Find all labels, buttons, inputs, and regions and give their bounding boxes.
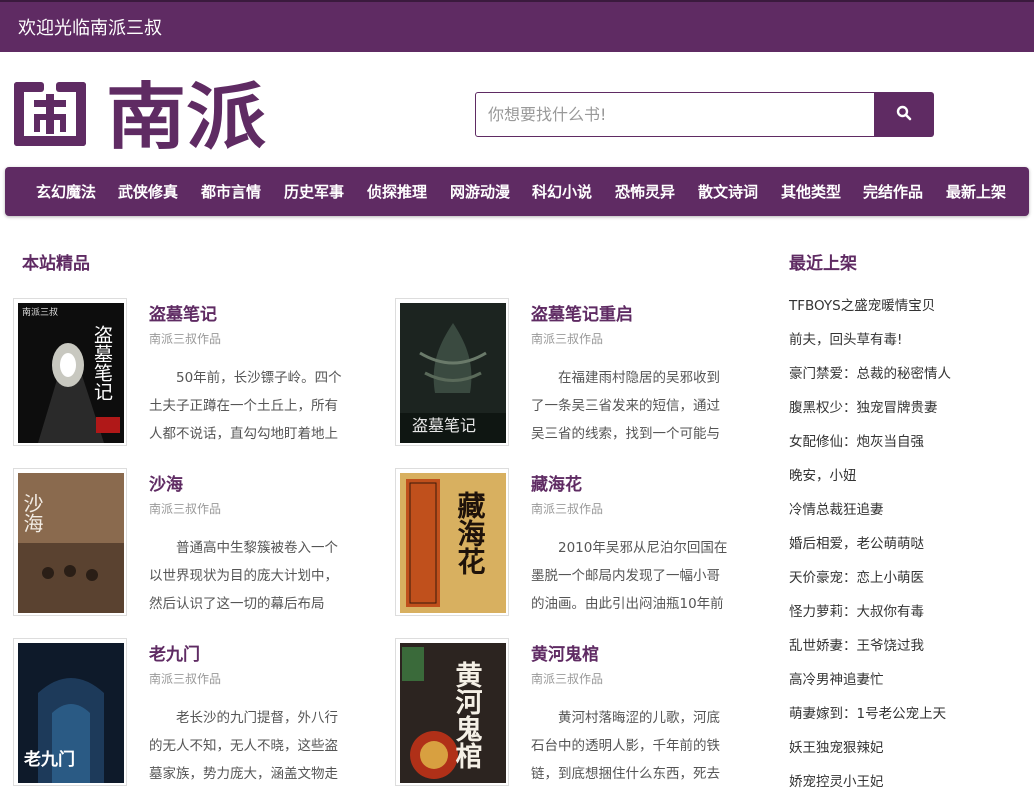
recent-item[interactable]: 高冷男神追妻忙: [789, 669, 1029, 703]
search-bar: [475, 92, 934, 137]
recent-item[interactable]: 晚安，小妞: [789, 465, 1029, 499]
book-cover[interactable]: 南派三叔 盗墓笔记: [13, 298, 127, 446]
recent-item[interactable]: 天价豪宠：恋上小萌医: [789, 567, 1029, 601]
search-button[interactable]: [874, 92, 934, 137]
book-card: 盗墓笔记 盗墓笔记重启 南派三叔作品 在福建雨村隐居的吴邪收到了一条吴三省发来的…: [395, 298, 765, 448]
recent-item[interactable]: 娇宠控灵小王妃: [789, 771, 1029, 805]
book-desc: 2010年吴邪从尼泊尔回国在墨脱一个邮局内发现了一幅小哥的油画。由此引出闷油瓶1…: [531, 540, 728, 612]
featured-title: 本站精品: [22, 254, 90, 274]
main-nav: 玄幻魔法 武侠修真 都市言情 历史军事 侦探推理 网游动漫 科幻小说 恐怖灵异 …: [5, 167, 1029, 216]
top-bar: 欢迎光临南派三叔: [0, 0, 1034, 52]
cover-title: 老九门: [23, 749, 75, 770]
recent-item[interactable]: 腹黑权少：独宠冒牌贵妻: [789, 397, 1029, 431]
book-card: 老九门 老九门 南派三叔作品 老长沙的九门提督，外八行的无人不知，无人不晓，这些…: [13, 638, 383, 788]
search-input[interactable]: [475, 92, 875, 137]
book-author: 南派三叔作品: [149, 332, 222, 346]
site-logo[interactable]: 南派: [12, 74, 272, 159]
cover-title: 盗墓笔记: [91, 325, 113, 401]
book-cover[interactable]: 老九门: [13, 638, 127, 786]
logo-text: 南派: [106, 75, 266, 154]
cover-title: 盗墓笔记: [412, 416, 476, 435]
recent-item[interactable]: 豪门禁爱：总裁的秘密情人: [789, 363, 1029, 397]
book-title[interactable]: 老九门: [149, 640, 200, 665]
book-author: 南派三叔作品: [531, 502, 604, 516]
cover-title: 沙海: [20, 493, 44, 533]
recent-item[interactable]: 妖王独宠狠辣妃: [789, 737, 1029, 771]
book-desc: 在福建雨村隐居的吴邪收到了一条吴三省发来的短信，通过吴三省的线索，找到一个可能与…: [531, 370, 720, 442]
nav-item-lishi[interactable]: 历史军事: [284, 181, 344, 202]
nav-item-dushi[interactable]: 都市言情: [201, 181, 261, 202]
book-author: 南派三叔作品: [149, 502, 222, 516]
recent-item[interactable]: 前夫，回头草有毒!: [789, 329, 1029, 363]
book-author: 南派三叔作品: [149, 672, 222, 686]
book-title[interactable]: 藏海花: [531, 470, 582, 495]
book-card: 黄河鬼棺 黄河鬼棺 南派三叔作品 黄河村落晦涩的儿歌，河底石台中的透明人影，千年…: [395, 638, 765, 788]
recent-item[interactable]: 怪力萝莉：大叔你有毒: [789, 601, 1029, 635]
welcome-text: 欢迎光临南派三叔: [18, 18, 162, 39]
cover-tag: 南派三叔: [22, 306, 58, 318]
book-card: 沙海 沙海 南派三叔作品 普通高中生黎簇被卷入一个以世界现状为目的庞大计划中，然…: [13, 468, 383, 618]
nav-item-wangyou[interactable]: 网游动漫: [450, 181, 510, 202]
recent-item[interactable]: 萌妻嫁到：1号老公宠上天: [789, 703, 1029, 737]
recent-list: TFBOYS之盛宠暖情宝贝 前夫，回头草有毒! 豪门禁爱：总裁的秘密情人 腹黑权…: [789, 295, 1029, 805]
nav-item-kehuan[interactable]: 科幻小说: [532, 181, 592, 202]
nav-item-wanjie[interactable]: 完结作品: [863, 181, 923, 202]
book-desc: 黄河村落晦涩的儿歌，河底石台中的透明人影，千年前的铁链，到底想捆住什么东西，死去: [531, 710, 720, 782]
book-cover[interactable]: 藏海花: [395, 468, 509, 616]
book-title[interactable]: 沙海: [149, 470, 183, 495]
cover-title: 藏海花: [454, 491, 487, 575]
nav-item-xuanhuan[interactable]: 玄幻魔法: [36, 181, 96, 202]
book-title[interactable]: 黄河鬼棺: [531, 640, 599, 665]
book-author: 南派三叔作品: [531, 672, 604, 686]
recent-title: 最近上架: [789, 254, 857, 274]
cover-title: 黄河鬼棺: [451, 661, 483, 769]
book-cover[interactable]: 沙海: [13, 468, 127, 616]
book-cover[interactable]: 黄河鬼棺: [395, 638, 509, 786]
recent-item[interactable]: 乱世娇妻：王爷饶过我: [789, 635, 1029, 669]
recent-item[interactable]: 女配修仙：炮灰当自强: [789, 431, 1029, 465]
book-desc: 老长沙的九门提督，外八行的无人不知，无人不晓，这些盗墓家族，势力庞大，涵盖文物走…: [149, 710, 338, 782]
nav-item-zuixin[interactable]: 最新上架: [946, 181, 1006, 202]
nav-item-sanwen[interactable]: 散文诗词: [698, 181, 758, 202]
nav-item-kongbu[interactable]: 恐怖灵异: [615, 181, 675, 202]
recent-item[interactable]: TFBOYS之盛宠暖情宝贝: [789, 295, 1029, 329]
book-cover[interactable]: 盗墓笔记: [395, 298, 509, 446]
book-title[interactable]: 盗墓笔记重启: [531, 300, 633, 325]
book-desc: 普通高中生黎簇被卷入一个以世界现状为目的庞大计划中，然后认识了这一切的幕后布局者…: [149, 540, 338, 612]
nav-item-qita[interactable]: 其他类型: [781, 181, 841, 202]
nav-item-wuxia[interactable]: 武侠修真: [118, 181, 178, 202]
book-author: 南派三叔作品: [531, 332, 604, 346]
book-title[interactable]: 盗墓笔记: [149, 300, 217, 325]
recent-item[interactable]: 婚后相爱，老公萌萌哒: [789, 533, 1029, 567]
recent-item[interactable]: 冷情总裁狂追妻: [789, 499, 1029, 533]
book-desc: 50年前，长沙镖子岭。四个土夫子正蹲在一个土丘上，所有人都不说话，直勾勾地盯着地…: [149, 370, 342, 442]
nav-item-zhentan[interactable]: 侦探推理: [367, 181, 427, 202]
book-card: 南派三叔 盗墓笔记 盗墓笔记 南派三叔作品 50年前，长沙镖子岭。四个土夫子正蹲…: [13, 298, 383, 448]
search-icon: [896, 105, 912, 121]
book-card: 藏海花 藏海花 南派三叔作品 2010年吴邪从尼泊尔回国在墨脱一个邮局内发现了一…: [395, 468, 765, 618]
